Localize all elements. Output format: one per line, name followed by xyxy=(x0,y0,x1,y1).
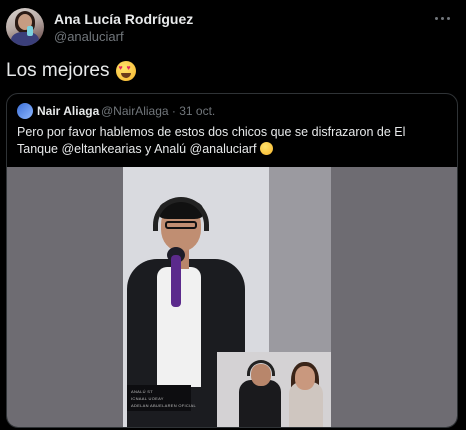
heart-eyes-emoji-icon: ♥ ♥ xyxy=(115,61,136,81)
quoted-tweet-card[interactable]: Nair Aliaga @NairAliaga · 31 oct. Pero p… xyxy=(6,93,458,428)
quoted-tweet-text: Pero por favor hablemos de estos dos chi… xyxy=(17,124,447,158)
caption-line-2: ICNAAL UOEAY xyxy=(131,396,164,401)
quoted-video-media[interactable]: ANALÚ ST ICNAAL UOEAY ADELAN ABUELAREN O… xyxy=(7,167,457,427)
quoted-author-meta: @NairAliaga · 31 oct. xyxy=(101,104,215,118)
inset-video-frame xyxy=(217,352,331,427)
quoted-author-avatar xyxy=(17,103,33,119)
quoted-timestamp: · 31 oct. xyxy=(171,104,216,118)
caption-line-1: ANALÚ ST xyxy=(131,389,153,394)
quoted-author-name: Nair Aliaga xyxy=(37,104,100,118)
heart-eyes-emoji-icon xyxy=(259,142,273,155)
author-avatar[interactable] xyxy=(6,8,44,46)
author-display-name[interactable]: Ana Lucía Rodríguez xyxy=(54,11,193,27)
microphone-icon xyxy=(171,255,181,307)
tweet-text-content: Los mejores xyxy=(6,60,110,81)
tweet-text: Los mejores ♥ ♥ xyxy=(6,60,136,82)
quoted-tweet-text-content: Pero por favor hablemos de estos dos chi… xyxy=(17,125,406,156)
caption-line-3: ADELAN ABUELAREN OFICIAL xyxy=(131,403,196,408)
more-options-icon[interactable] xyxy=(432,12,452,24)
author-handle[interactable]: @analuciarf xyxy=(54,29,124,44)
quoted-author-handle: @NairAliaga xyxy=(101,104,169,118)
